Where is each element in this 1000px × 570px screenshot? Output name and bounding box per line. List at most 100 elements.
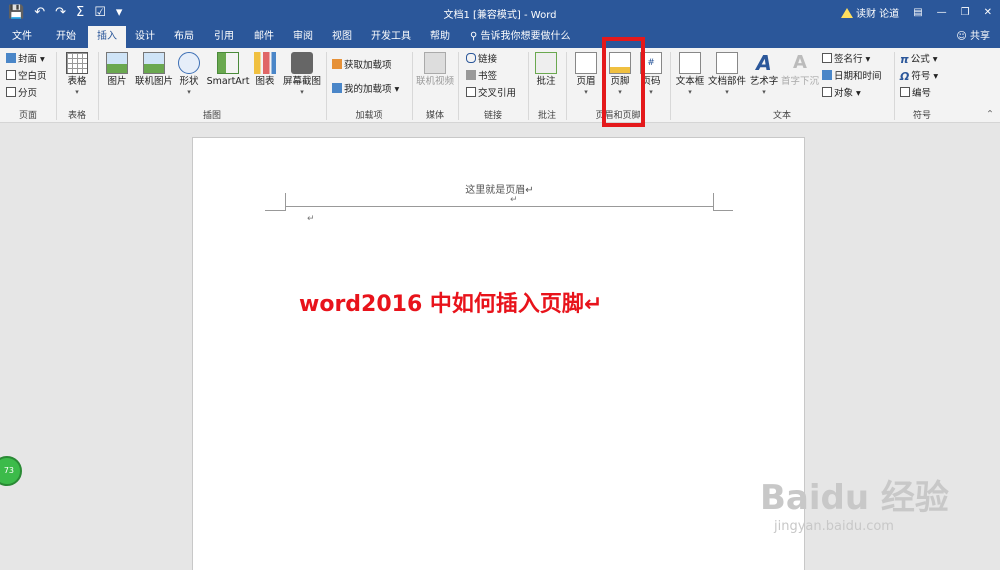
tab-home[interactable]: 开始 (44, 26, 88, 48)
smartart-label: SmartArt (206, 76, 250, 87)
bookmark-icon (466, 70, 476, 80)
chevron-down-icon: ▾ (688, 88, 692, 96)
equation-label: 公式 (910, 54, 930, 65)
blank-page-label: 空白页 (18, 71, 47, 82)
pictures-button[interactable]: 图片 (102, 52, 132, 88)
chevron-down-icon: ▾ (762, 88, 766, 96)
picture-icon (106, 52, 128, 74)
chevron-down-icon: ▾ (300, 88, 304, 96)
group-label-addins: 加载项 (355, 111, 383, 121)
tab-references[interactable]: 引用 (204, 26, 244, 48)
group-label-links: 链接 (483, 111, 502, 121)
get-addins-button[interactable]: 获取加载项 (332, 59, 392, 73)
equation-button[interactable]: π 公式 ▾ (900, 53, 938, 67)
chevron-down-icon: ▾ (187, 88, 191, 96)
shapes-button[interactable]: 形状 ▾ (176, 52, 202, 96)
tab-developer[interactable]: 开发工具 (362, 26, 420, 48)
wordart-button[interactable]: A 艺术字 ▾ (748, 52, 780, 96)
ribbon-display-icon[interactable]: ▤ (913, 7, 922, 18)
close-icon[interactable]: ✕ (984, 7, 992, 18)
crop-mark (713, 193, 714, 211)
cover-page-icon (6, 53, 16, 63)
bookmark-button[interactable]: 书签 (466, 70, 497, 84)
tab-review[interactable]: 审阅 (284, 26, 322, 48)
table-label: 表格 (67, 76, 87, 87)
header-button[interactable]: 页眉 ▾ (572, 52, 600, 96)
online-video-button[interactable]: 联机视频 (414, 52, 456, 88)
wordart-label: 艺术字 (749, 76, 779, 87)
tab-mailings[interactable]: 邮件 (244, 26, 284, 48)
link-label: 链接 (478, 54, 498, 65)
baidu-watermark: Baidu 经验 jingyan.baidu.com (760, 470, 949, 534)
group-label-comments: 批注 (537, 111, 556, 121)
comment-label: 批注 (536, 76, 556, 87)
object-button[interactable]: 对象 ▾ (822, 87, 861, 101)
crop-mark (265, 210, 285, 211)
tab-help[interactable]: 帮助 (420, 26, 460, 48)
document-page[interactable]: 这里就是页眉↵ ↵ ↵ word2016 中如何插入页脚↵ (192, 137, 805, 570)
share-label: 共享 (970, 31, 990, 42)
group-label-text: 文本 (772, 111, 791, 121)
tell-me-search[interactable]: ⚲ 告诉我你想要做什么 (470, 26, 571, 48)
date-time-label: 日期和时间 (834, 71, 882, 82)
tab-view[interactable]: 视图 (322, 26, 362, 48)
tab-layout[interactable]: 布局 (164, 26, 204, 48)
signature-line-label: 签名行 (834, 54, 863, 65)
drop-cap-icon: A (793, 52, 807, 73)
page-break-button[interactable]: 分页 (6, 87, 37, 101)
quick-parts-button[interactable]: 文档部件 ▾ (706, 52, 748, 96)
page-break-icon (6, 87, 16, 97)
link-icon (466, 53, 476, 63)
cross-reference-button[interactable]: 交叉引用 (466, 87, 516, 101)
tell-me-text: 告诉我你想要做什么 (480, 31, 571, 42)
calendar-icon (822, 70, 832, 80)
body-paragraph-mark: ↵ (307, 214, 315, 224)
signature-line-button[interactable]: 签名行 ▾ (822, 53, 870, 67)
video-icon (424, 52, 446, 74)
table-button[interactable]: 表格 ▾ (62, 52, 92, 96)
comment-button[interactable]: 批注 (532, 52, 560, 88)
symbol-button[interactable]: Ω 符号 ▾ (900, 70, 938, 84)
online-picture-icon (143, 52, 165, 74)
chart-icon (254, 52, 276, 74)
online-pictures-button[interactable]: 联机图片 (134, 52, 174, 88)
share-button[interactable]: ☺ 共享 (956, 26, 990, 48)
chart-button[interactable]: 图表 (252, 52, 278, 88)
ribbon: 封面 ▾ 空白页 分页 页面 表格 ▾ 表格 图片 联机图片 形状 ▾ SmartA… (0, 48, 1000, 123)
blank-page-button[interactable]: 空白页 (6, 70, 47, 84)
pictures-label: 图片 (107, 76, 127, 87)
tab-insert[interactable]: 插入 (88, 26, 126, 48)
numbering-button[interactable]: 编号 (900, 87, 931, 101)
crop-mark (285, 193, 286, 211)
online-pictures-label: 联机图片 (134, 76, 173, 87)
numbering-icon (900, 87, 910, 97)
screenshot-button[interactable]: 屏幕截图 ▾ (280, 52, 324, 96)
chevron-down-icon: ▾ (75, 88, 79, 96)
minimize-icon[interactable]: — (937, 7, 947, 18)
bookmark-label: 书签 (478, 71, 498, 82)
header-paragraph-mark: ↵ (510, 195, 518, 205)
chevron-down-icon: ▾ (584, 88, 588, 96)
textbox-icon (679, 52, 701, 74)
my-addins-button[interactable]: 我的加载项 ▾ (332, 83, 399, 97)
wordart-icon: A (756, 51, 772, 75)
textbox-label: 文本框 (675, 76, 705, 87)
tab-file[interactable]: 文件 (0, 26, 44, 48)
date-time-button[interactable]: 日期和时间 (822, 70, 882, 84)
account-warning[interactable]: 读财 论道 (841, 5, 899, 20)
smartart-button[interactable]: SmartArt (206, 52, 250, 88)
crop-mark (713, 210, 733, 211)
person-icon: ☺ (956, 31, 970, 42)
drop-cap-button[interactable]: A 首字下沉 (780, 52, 820, 88)
cover-page-label: 封面 (18, 54, 38, 65)
collapse-ribbon-icon[interactable]: ⌃ (986, 108, 994, 122)
restore-icon[interactable]: ❐ (961, 7, 970, 18)
group-label-media: 媒体 (425, 111, 444, 121)
header-label: 页眉 (576, 76, 596, 87)
tab-design[interactable]: 设计 (126, 26, 164, 48)
link-button[interactable]: 链接 (466, 53, 497, 67)
textbox-button[interactable]: 文本框 ▾ (674, 52, 706, 96)
floating-badge[interactable]: 73 (0, 456, 22, 486)
cover-page-button[interactable]: 封面 ▾ (6, 53, 45, 67)
screenshot-label: 屏幕截图 (282, 76, 321, 87)
